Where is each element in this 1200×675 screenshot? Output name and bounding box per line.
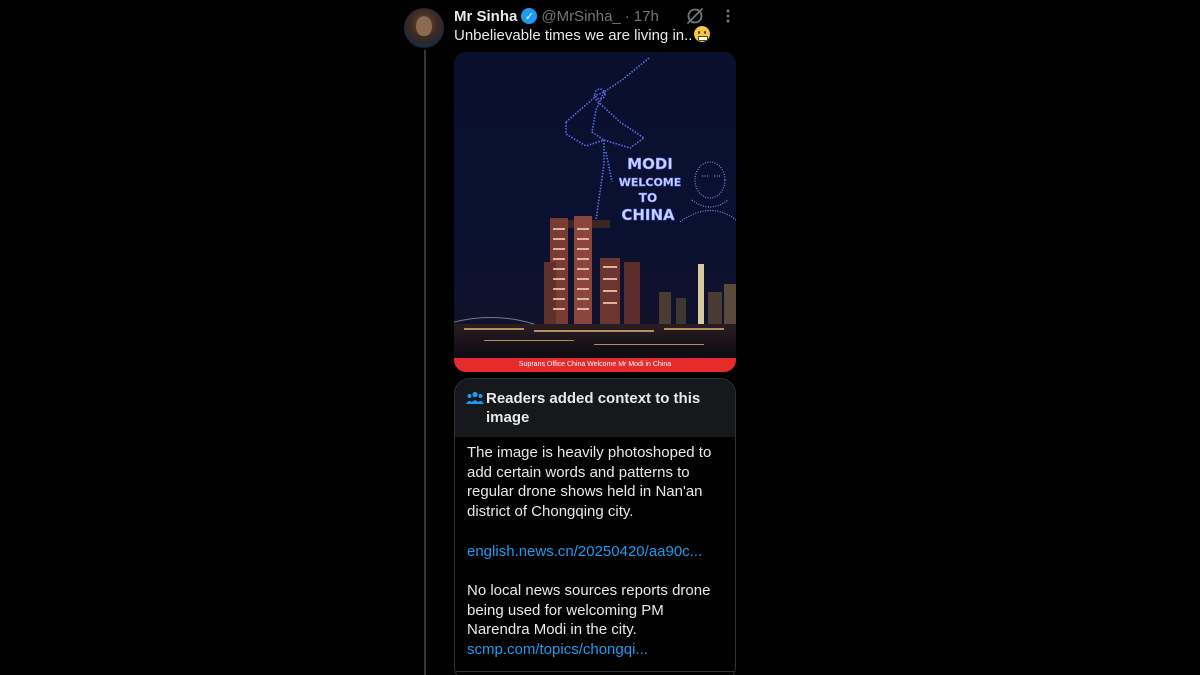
community-note-title: Readers added context to this image [486,390,701,426]
community-note: Readers added context to this image The … [454,378,736,675]
author-handle[interactable]: @MrSinha_ [541,8,620,25]
grok-icon[interactable] [685,6,705,26]
verified-badge-icon: ✓ [521,8,538,24]
note-paragraph-1: The image is heavily photoshoped to add … [467,444,712,521]
drone-text-line-2: WELCOME [619,176,682,189]
note-divider [455,671,735,672]
grimacing-face-emoji-icon [694,26,711,42]
drone-text-line-3: TO [639,191,657,205]
tweet-text-body: Unbelievable times we are living in.. [454,27,693,44]
tweet-image[interactable]: MODI WELCOME TO CHINA Suprans Office Chi… [454,52,736,372]
avatar[interactable] [404,8,444,48]
separator-dot: · [624,7,630,25]
people-icon [466,391,484,405]
more-options-icon[interactable] [720,6,736,26]
community-note-body: The image is heavily photoshoped to add … [455,437,735,660]
drone-text-line-1: MODI [627,155,673,173]
note-source-link-2[interactable]: scmp.com/topics/chongqi... [467,640,723,660]
timestamp[interactable]: 17h [634,8,659,25]
author-name[interactable]: Mr Sinha [454,8,517,25]
community-note-header[interactable]: Readers added context to this image [455,379,735,437]
note-source-link-1[interactable]: english.news.cn/20250420/aa90c... [467,542,723,562]
tweet-header: Mr Sinha ✓ @MrSinha_ · 17h [454,6,659,26]
drone-text-line-4: CHINA [621,206,675,224]
thread-line [424,50,426,675]
image-caption: Suprans Office China Welcome Mr Modi in … [454,358,736,372]
tweet-text: Unbelievable times we are living in.. [454,26,711,44]
note-paragraph-2: No local news sources reports drone bein… [467,581,711,639]
